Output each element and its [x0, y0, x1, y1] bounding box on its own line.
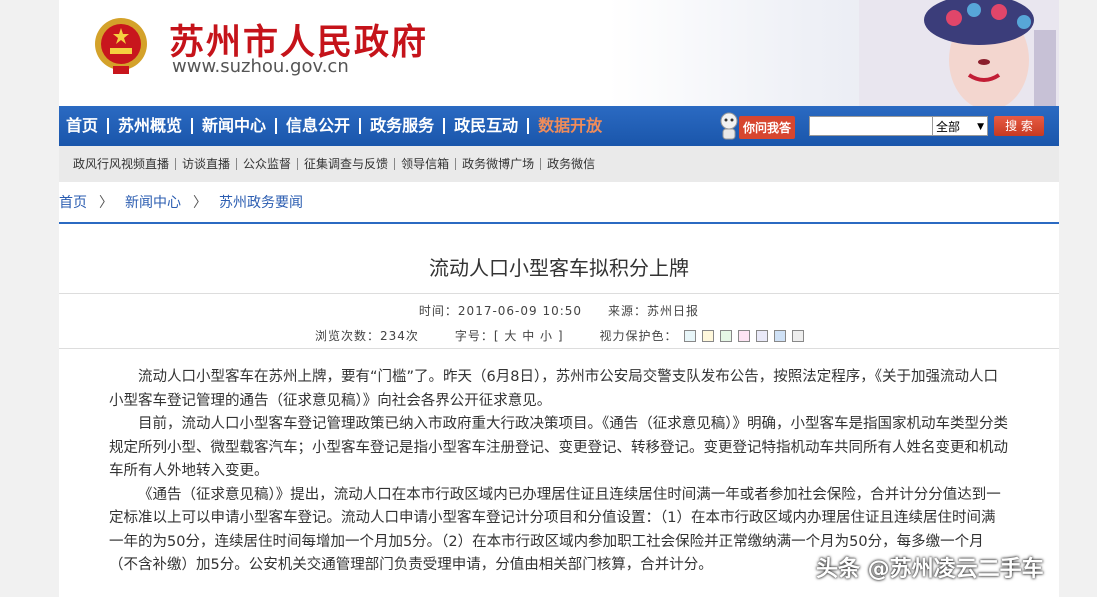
nav-item-info-disclosure[interactable]: 信息公开: [275, 118, 359, 134]
nav-item-open-data[interactable]: 数据开放: [527, 118, 611, 134]
nav-item-home[interactable]: 首页: [66, 118, 107, 134]
article-meta: 时间：2017-06-09 10:50 来源：苏州日报: [418, 304, 700, 318]
eye-color-swatch[interactable]: [719, 329, 732, 342]
eye-color-swatch[interactable]: [791, 329, 804, 342]
eye-care-label: 视力保护色：: [599, 329, 678, 343]
ask-answer-button[interactable]: 你问我答: [717, 112, 803, 140]
ask-answer-label: 你问我答: [739, 116, 796, 139]
site-url: www.suzhou.gov.cn: [172, 56, 349, 77]
nav-item-interaction[interactable]: 政民互动: [443, 118, 527, 134]
robot-icon: [720, 112, 738, 140]
article-body: 流动人口小型客车在苏州上牌，要有“门槛”了。昨天（6月8日），苏州市公安局交警支…: [109, 366, 1009, 578]
main-nav: 首页 苏州概览 新闻中心 信息公开 政务服务 政民互动 数据开放 你问我答 全部…: [59, 106, 1059, 146]
nav-item-overview[interactable]: 苏州概览: [107, 118, 191, 134]
nav-item-gov-services[interactable]: 政务服务: [359, 118, 443, 134]
font-size-switcher[interactable]: 字号：[ 大 中 小 ]: [455, 327, 564, 344]
subnav-item-leader-mailbox[interactable]: 领导信箱: [394, 158, 455, 170]
eye-color-swatch[interactable]: [683, 329, 696, 342]
breadcrumb-news[interactable]: 新闻中心: [125, 192, 181, 212]
meta-divider: [59, 348, 1059, 349]
view-count: 浏览次数：234次: [315, 329, 419, 343]
sub-nav: 政风行风视频直播 访谈直播 公众监督 征集调查与反馈 领导信箱 政务微博广场 政…: [59, 146, 1059, 182]
article-paragraph: 流动人口小型客车在苏州上牌，要有“门槛”了。昨天（6月8日），苏州市公安局交警支…: [109, 369, 998, 409]
search-button[interactable]: 搜 索: [994, 116, 1044, 136]
subnav-item-interview-live[interactable]: 访谈直播: [175, 158, 236, 170]
subnav-item-weibo-square[interactable]: 政务微博广场: [455, 158, 540, 170]
opera-figure-image: [859, 0, 1059, 106]
eye-color-swatch[interactable]: [701, 329, 714, 342]
article-paragraph: 目前，流动人口小型客车登记管理政策已纳入市政府重大行政决策项目。《通告（征求意见…: [109, 416, 1008, 479]
chevron-down-icon: ▼: [977, 122, 984, 132]
subnav-item-public-supervision[interactable]: 公众监督: [236, 158, 297, 170]
breadcrumb-current[interactable]: 苏州政务要闻: [219, 192, 303, 212]
eye-color-swatch[interactable]: [773, 329, 786, 342]
breadcrumb-separator: 〉: [193, 195, 207, 211]
breadcrumb: 首页 〉 新闻中心 〉 苏州政务要闻: [59, 192, 315, 212]
search-scope-value: 全部: [936, 120, 961, 134]
eye-color-swatch[interactable]: [755, 329, 768, 342]
search-scope-select[interactable]: 全部 ▼: [932, 116, 988, 136]
watermark: 头条 @苏州凌云二手车: [816, 557, 1044, 582]
national-emblem-icon: [95, 18, 147, 74]
title-divider: [59, 293, 1059, 294]
article-tools: 浏览次数：234次 字号：[ 大 中 小 ] 视力保护色：: [315, 327, 804, 344]
header-banner: 苏州市人民政府 www.suzhou.gov.cn: [59, 0, 1059, 106]
subnav-item-survey-feedback[interactable]: 征集调查与反馈: [297, 158, 394, 170]
content-top-border: [59, 222, 1059, 224]
breadcrumb-separator: 〉: [99, 195, 113, 211]
eye-color-swatch[interactable]: [737, 329, 750, 342]
nav-item-news[interactable]: 新闻中心: [191, 118, 275, 134]
breadcrumb-home[interactable]: 首页: [59, 192, 87, 212]
subnav-item-wechat[interactable]: 政务微信: [540, 158, 601, 170]
search-input[interactable]: [809, 116, 933, 136]
article-title: 流动人口小型客车拟积分上牌: [429, 256, 689, 280]
page: 苏州市人民政府 www.suzhou.gov.cn 首页 苏州概览 新闻中心 信…: [59, 0, 1059, 597]
subnav-item-video-live[interactable]: 政风行风视频直播: [73, 158, 175, 170]
